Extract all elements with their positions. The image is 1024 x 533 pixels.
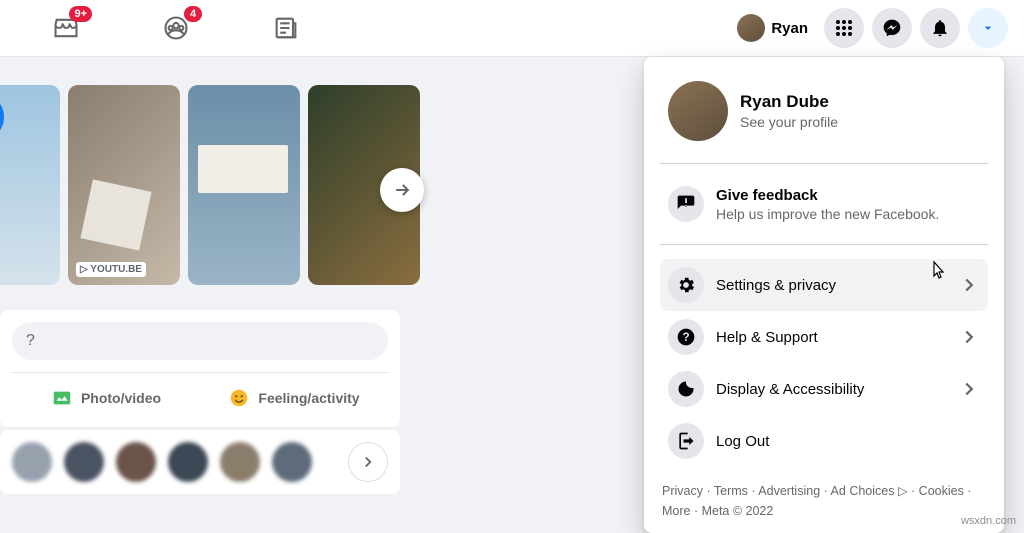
messenger-button[interactable] xyxy=(872,8,912,48)
groups-tab[interactable]: 4 xyxy=(156,8,196,48)
story-card[interactable] xyxy=(188,85,300,285)
avatar xyxy=(668,81,728,141)
top-right-nav: Ryan xyxy=(729,8,1008,48)
feeling-label: Feeling/activity xyxy=(258,390,359,406)
help-icon: ? xyxy=(668,319,704,355)
feedback-icon xyxy=(668,186,704,222)
gear-icon xyxy=(668,267,704,303)
chevron-right-icon xyxy=(958,378,980,400)
svg-text:?: ? xyxy=(682,331,689,344)
menu-display-label: Display & Accessibility xyxy=(716,381,864,398)
menu-display-row[interactable]: Display & Accessibility xyxy=(660,363,988,415)
youtube-tag: ▷ YOUTU.BE xyxy=(76,262,146,277)
stories-next-button[interactable] xyxy=(380,168,424,212)
account-menu-button[interactable] xyxy=(968,8,1008,48)
menu-apps-button[interactable] xyxy=(824,8,864,48)
photo-video-button[interactable]: Photo/video xyxy=(12,381,200,415)
composer-actions: Photo/video Feeling/activity xyxy=(12,372,388,415)
logout-icon xyxy=(668,423,704,459)
news-tab[interactable] xyxy=(266,8,306,48)
menu-profile-name: Ryan Dube xyxy=(740,92,838,112)
composer-input[interactable]: ? xyxy=(12,322,388,360)
chevron-right-icon xyxy=(958,274,980,296)
menu-help-row[interactable]: ? Help & Support xyxy=(660,311,988,363)
feeling-button[interactable]: Feeling/activity xyxy=(200,381,388,415)
avatar-blurred[interactable] xyxy=(168,442,208,482)
marketplace-tab[interactable]: 9+ xyxy=(46,8,86,48)
moon-icon xyxy=(668,371,704,407)
watermark: wsxdn.com xyxy=(961,515,1016,527)
avatar-blurred[interactable] xyxy=(220,442,260,482)
composer: ? Photo/video Feeling/activity xyxy=(0,310,400,427)
top-bar: 9+ 4 Ryan xyxy=(0,0,1024,57)
top-left-nav: 9+ 4 xyxy=(16,8,306,48)
story-card[interactable] xyxy=(0,85,60,285)
photo-video-label: Photo/video xyxy=(81,390,161,406)
menu-settings-row[interactable]: Settings & privacy xyxy=(660,259,988,311)
avatar-blurred[interactable] xyxy=(116,442,156,482)
marketplace-badge: 9+ xyxy=(69,6,92,22)
menu-profile-row[interactable]: Ryan Dube See your profile xyxy=(660,73,988,149)
menu-settings-label: Settings & privacy xyxy=(716,277,836,294)
avatar-blurred[interactable] xyxy=(12,442,52,482)
people-row xyxy=(0,430,400,494)
menu-logout-label: Log Out xyxy=(716,433,769,450)
avatar-blurred[interactable] xyxy=(272,442,312,482)
menu-feedback-sub: Help us improve the new Facebook. xyxy=(716,206,939,222)
account-dropdown: Ryan Dube See your profile Give feedback… xyxy=(644,57,1004,533)
chevron-right-icon xyxy=(958,326,980,348)
avatar-blurred[interactable] xyxy=(64,442,104,482)
avatar xyxy=(737,14,765,42)
profile-chip[interactable]: Ryan xyxy=(729,10,816,46)
profile-name-short: Ryan xyxy=(771,20,808,37)
people-next-button[interactable] xyxy=(348,442,388,482)
menu-footer-links[interactable]: Privacy · Terms · Advertising · Ad Choic… xyxy=(652,475,996,525)
groups-badge: 4 xyxy=(184,6,202,22)
menu-profile-sub: See your profile xyxy=(740,114,838,130)
notifications-button[interactable] xyxy=(920,8,960,48)
menu-help-label: Help & Support xyxy=(716,329,818,346)
stories-tray: ▷ YOUTU.BE xyxy=(0,85,420,285)
menu-logout-row[interactable]: Log Out xyxy=(660,415,988,467)
menu-feedback-row[interactable]: Give feedback Help us improve the new Fa… xyxy=(660,178,988,230)
story-card[interactable]: ▷ YOUTU.BE xyxy=(68,85,180,285)
menu-feedback-title: Give feedback xyxy=(716,187,939,204)
